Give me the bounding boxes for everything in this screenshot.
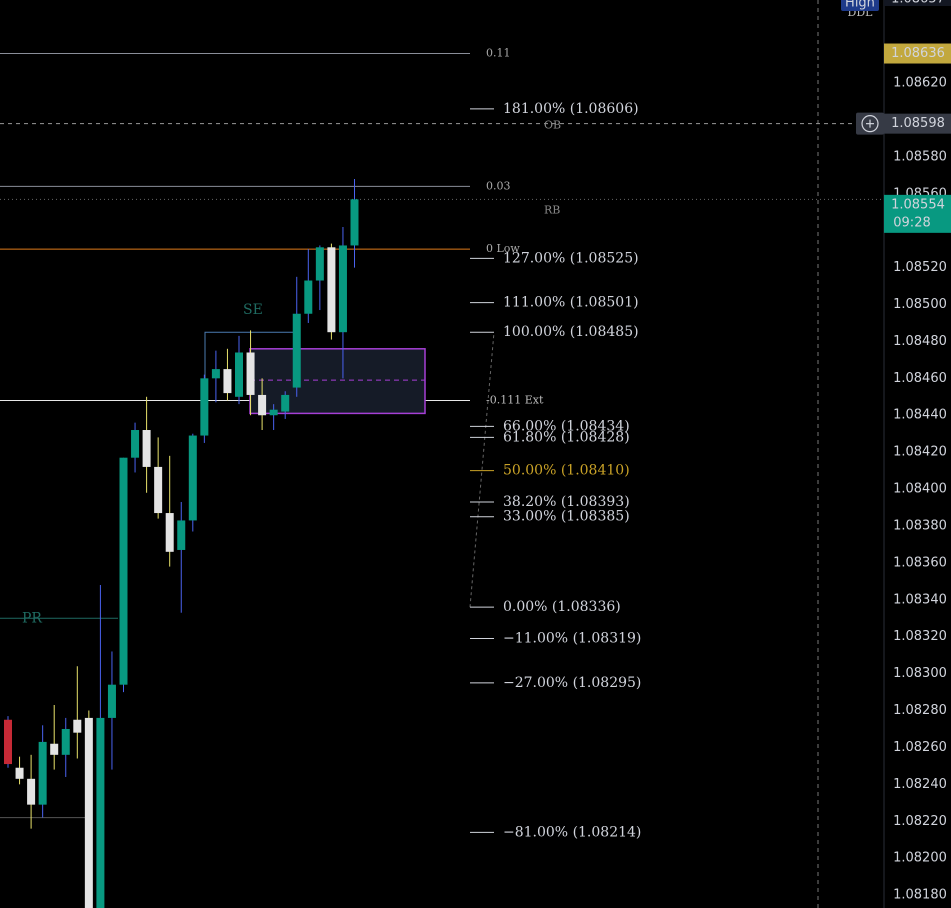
price-axis-tick: 1.08360 — [893, 555, 947, 570]
candle-body — [304, 280, 313, 314]
price-axis-tick: 1.08340 — [893, 592, 947, 607]
candle-body — [292, 313, 301, 388]
candle-body — [84, 717, 93, 908]
price-axis-tick: 1.08200 — [893, 851, 947, 866]
fib-level-label: 38.20% (1.08393) — [503, 494, 630, 510]
candle-body — [350, 199, 359, 246]
candle-body — [281, 394, 290, 412]
price-axis-tick: 1.08400 — [893, 482, 947, 497]
high-tag-label: High — [845, 0, 875, 11]
candle-body — [61, 728, 70, 755]
rb-label: RB — [544, 203, 560, 216]
ob-label: OB — [544, 118, 561, 131]
price-axis-tick: 1.08440 — [893, 408, 947, 423]
high-price-value: 1.08636 — [891, 46, 945, 61]
price-axis-tick: 1.08620 — [893, 76, 947, 91]
order-block-zone — [249, 348, 426, 415]
price-axis-tick: 1.08520 — [893, 260, 947, 275]
candle-body — [315, 247, 324, 281]
fib-level-label: 0.00% (1.08336) — [503, 599, 621, 615]
se-label: SE — [243, 302, 263, 318]
candle-body — [131, 430, 140, 458]
candle-body — [223, 369, 232, 394]
candle-body — [165, 513, 174, 552]
fib-level-label: 181.00% (1.08606) — [503, 101, 639, 117]
fib-level-label: −11.00% (1.08319) — [503, 631, 641, 647]
pr-label: PR — [22, 610, 42, 626]
price-axis-tick: 1.08420 — [893, 445, 947, 460]
candle-body — [27, 778, 36, 805]
fib-level-label: 50.00% (1.08410) — [503, 463, 630, 479]
candle-body — [142, 430, 151, 467]
candle-body — [73, 719, 82, 733]
candle-countdown: 09:28 — [893, 215, 930, 230]
price-axis-tick: 1.08500 — [893, 297, 947, 312]
price-axis-tick: 1.08280 — [893, 703, 947, 718]
fib-level-label: −27.00% (1.08295) — [503, 675, 641, 691]
fib-level-label: 100.00% (1.08485) — [503, 324, 639, 340]
candle-body — [246, 352, 255, 395]
fib-level-label: 127.00% (1.08525) — [503, 250, 639, 266]
price-axis-tick: 1.08460 — [893, 371, 947, 386]
candle-body — [15, 767, 24, 779]
candle-body — [188, 435, 197, 521]
level-line-label: -0.111 Ext — [486, 393, 544, 406]
top-partial-price: 1.08657 — [891, 0, 945, 7]
candle-body — [50, 743, 59, 755]
price-chart[interactable]: 181.00% (1.08606) 127.00% (1.08525) 111.00… — [0, 0, 951, 908]
candle-body — [119, 457, 128, 685]
fib-level-label: −81.00% (1.08214) — [503, 824, 641, 840]
candle-body — [269, 409, 278, 416]
fib-level-label: 33.00% (1.08385) — [503, 509, 630, 525]
price-axis-tick: 1.08320 — [893, 629, 947, 644]
candle-body — [338, 245, 347, 333]
price-axis-tick: 1.08300 — [893, 666, 947, 681]
candle-body — [38, 741, 47, 805]
fib-level-label: 61.80% (1.08428) — [503, 429, 630, 445]
level-line-label: 0 Low — [486, 242, 520, 255]
price-axis-tick: 1.08380 — [893, 518, 947, 533]
candle-body — [177, 520, 186, 550]
candle-body — [211, 369, 220, 379]
crosshair-price-value: 1.08598 — [891, 116, 945, 131]
level-line-label: 0.11 — [486, 47, 511, 60]
candle-body — [200, 378, 209, 436]
candle-body — [107, 684, 116, 718]
candle-body — [4, 719, 12, 765]
candle-body — [258, 394, 267, 416]
candle-body — [96, 717, 105, 908]
candle-body — [327, 247, 336, 333]
price-axis-tick: 1.08480 — [893, 334, 947, 349]
candle-body — [235, 352, 243, 397]
price-axis-tick: 1.08260 — [893, 740, 947, 755]
current-price-value: 1.08554 — [891, 197, 945, 212]
fib-level-label: 111.00% (1.08501) — [503, 295, 639, 311]
price-axis-tick: 1.08240 — [893, 777, 947, 792]
price-axis-tick: 1.08580 — [893, 149, 947, 164]
price-axis-tick: 1.08180 — [893, 888, 947, 903]
price-axis-tick: 1.08220 — [893, 814, 947, 829]
level-line-label: 0.03 — [486, 179, 511, 192]
candle-body — [154, 466, 163, 514]
